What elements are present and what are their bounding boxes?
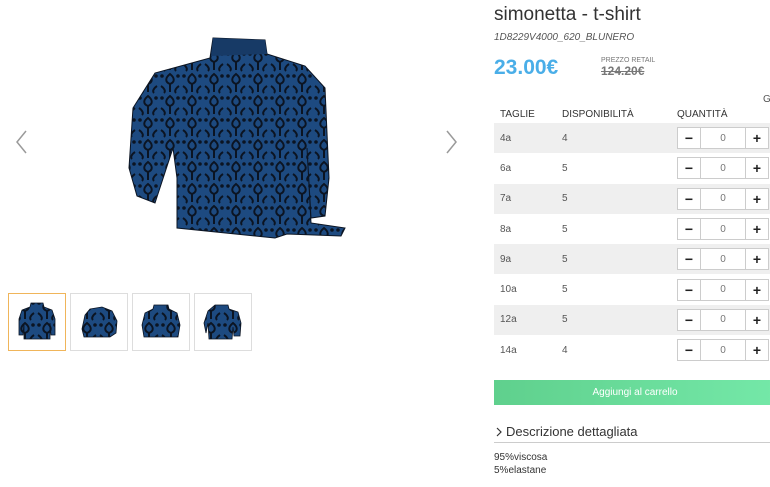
description-title: Descrizione dettagliata xyxy=(506,424,638,439)
next-image-button[interactable] xyxy=(441,127,461,157)
sizes-table-header: TAGLIE DISPONIBILITÀ QUANTITÀ xyxy=(494,106,770,123)
product-info-panel: simonetta - t-shirt 1D8229V4000_620_BLUN… xyxy=(494,0,770,487)
sizes-table: TAGLIE DISPONIBILITÀ QUANTITÀ 4a4−+6a5−+… xyxy=(494,106,770,365)
availability-value: 5 xyxy=(562,253,568,265)
decrement-button[interactable]: − xyxy=(677,248,701,271)
quantity-stepper: −+ xyxy=(677,127,770,150)
quantity-input[interactable] xyxy=(701,308,745,331)
availability-value: 5 xyxy=(562,162,568,174)
description-toggle[interactable]: Descrizione dettagliata xyxy=(494,421,770,443)
product-gallery xyxy=(0,0,470,487)
description-line: 5%elastane xyxy=(494,465,547,476)
quantity-input[interactable] xyxy=(701,278,745,301)
shirt-thumbnail-icon xyxy=(81,306,118,338)
quantity-input[interactable] xyxy=(701,187,745,210)
availability-value: 5 xyxy=(562,193,568,205)
increment-button[interactable]: + xyxy=(745,157,769,180)
add-to-cart-button[interactable]: Aggiungi al carrello xyxy=(494,380,770,405)
sizes-table-body: 4a4−+6a5−+7a5−+8a5−+9a5−+10a5−+12a5−+14a… xyxy=(494,123,770,365)
decrement-button[interactable]: − xyxy=(677,187,701,210)
size-label: 14a xyxy=(500,344,517,356)
availability-value: 5 xyxy=(562,223,568,235)
quantity-input[interactable] xyxy=(701,339,745,362)
size-row: 9a5−+ xyxy=(494,244,770,275)
header-quantity: QUANTITÀ xyxy=(677,109,728,120)
increment-button[interactable]: + xyxy=(745,308,769,331)
quantity-stepper: −+ xyxy=(677,187,770,210)
header-size: TAGLIE xyxy=(500,109,535,120)
product-sku: 1D8229V4000_620_BLUNERO xyxy=(494,32,635,43)
description-content: 95%viscosa 5%elastane xyxy=(494,451,547,477)
size-label: 6a xyxy=(500,162,512,174)
turtleneck-shirt-image xyxy=(128,37,346,239)
size-label: 7a xyxy=(500,193,512,205)
decrement-button[interactable]: − xyxy=(677,157,701,180)
quantity-input[interactable] xyxy=(701,218,745,241)
increment-button[interactable]: + xyxy=(745,339,769,362)
chevron-left-icon xyxy=(16,130,27,154)
thumbnail-2[interactable] xyxy=(70,293,128,351)
quantity-stepper: −+ xyxy=(677,157,770,180)
thumbnail-strip xyxy=(8,293,252,351)
thumbnail-4[interactable] xyxy=(194,293,252,351)
quantity-stepper: −+ xyxy=(677,308,770,331)
chevron-right-icon xyxy=(496,427,502,436)
size-row: 8a5−+ xyxy=(494,214,770,244)
thumbnail-1[interactable] xyxy=(8,293,66,351)
shirt-thumbnail-icon xyxy=(141,304,181,338)
increment-button[interactable]: + xyxy=(745,248,769,271)
increment-button[interactable]: + xyxy=(745,278,769,301)
size-row: 14a4−+ xyxy=(494,335,770,365)
size-label: 8a xyxy=(500,223,512,235)
quantity-stepper: −+ xyxy=(677,278,770,301)
increment-button[interactable]: + xyxy=(745,187,769,210)
size-label: 10a xyxy=(500,284,517,296)
quantity-input[interactable] xyxy=(701,157,745,180)
availability-value: 4 xyxy=(562,132,568,144)
decrement-button[interactable]: − xyxy=(677,278,701,301)
increment-button[interactable]: + xyxy=(745,127,769,150)
availability-value: 5 xyxy=(562,284,568,296)
size-label: 12a xyxy=(500,314,517,326)
chevron-right-icon xyxy=(446,130,457,154)
product-title: simonetta - t-shirt xyxy=(494,4,641,25)
shirt-thumbnail-icon xyxy=(18,302,56,340)
retail-price: 124.20€ xyxy=(601,64,645,78)
decrement-button[interactable]: − xyxy=(677,339,701,362)
availability-value: 5 xyxy=(562,314,568,326)
size-row: 10a5−+ xyxy=(494,274,770,304)
product-price: 23.00€ xyxy=(494,56,559,79)
cut-off-header-text: G xyxy=(763,94,770,105)
decrement-button[interactable]: − xyxy=(677,218,701,241)
previous-image-button[interactable] xyxy=(12,127,32,157)
shirt-thumbnail-icon xyxy=(203,304,242,340)
decrement-button[interactable]: − xyxy=(677,127,701,150)
retail-price-label: PREZZO RETAIL xyxy=(601,57,656,64)
decrement-button[interactable]: − xyxy=(677,308,701,331)
increment-button[interactable]: + xyxy=(745,218,769,241)
header-availability: DISPONIBILITÀ xyxy=(562,109,634,120)
thumbnail-3[interactable] xyxy=(132,293,190,351)
availability-value: 4 xyxy=(562,344,568,356)
size-row: 7a5−+ xyxy=(494,183,770,214)
quantity-stepper: −+ xyxy=(677,248,770,271)
quantity-input[interactable] xyxy=(701,127,745,150)
size-row: 12a5−+ xyxy=(494,304,770,336)
quantity-stepper: −+ xyxy=(677,218,770,241)
size-row: 4a4−+ xyxy=(494,123,770,154)
size-row: 6a5−+ xyxy=(494,153,770,183)
quantity-stepper: −+ xyxy=(677,339,770,362)
size-label: 4a xyxy=(500,132,512,144)
description-line: 95%viscosa xyxy=(494,452,548,463)
quantity-input[interactable] xyxy=(701,248,745,271)
main-product-image xyxy=(115,28,355,243)
size-label: 9a xyxy=(500,253,512,265)
